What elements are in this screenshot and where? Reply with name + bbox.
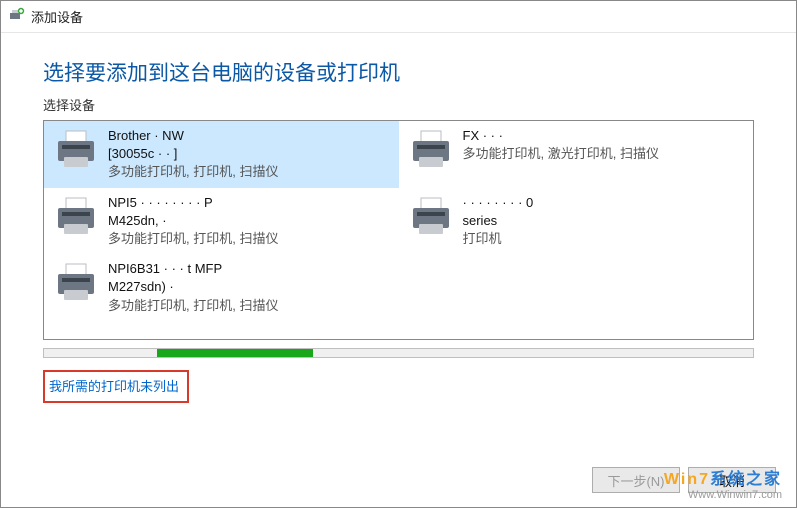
device-text: · · · · · · · · 0 series 打印机 bbox=[463, 194, 746, 249]
device-text: FX · · · 多功能打印机, 激光打印机, 扫描仪 bbox=[463, 127, 746, 163]
content-area: 选择要添加到这台电脑的设备或打印机 选择设备 Brother · NW [300… bbox=[1, 33, 796, 403]
printer-icon bbox=[52, 194, 100, 242]
device-sub: series bbox=[463, 212, 746, 230]
device-add-icon bbox=[9, 7, 25, 26]
device-name: Brother · NW bbox=[108, 127, 391, 145]
device-desc: 打印机 bbox=[463, 230, 746, 248]
titlebar: 添加设备 bbox=[1, 1, 796, 33]
printer-icon bbox=[407, 127, 455, 175]
add-device-window: 添加设备 选择要添加到这台电脑的设备或打印机 选择设备 Brother · NW… bbox=[0, 0, 797, 508]
device-name: FX · · · bbox=[463, 127, 746, 145]
device-item[interactable]: FX · · · 多功能打印机, 激光打印机, 扫描仪 bbox=[399, 121, 754, 188]
device-desc: 多功能打印机, 激光打印机, 扫描仪 bbox=[463, 145, 746, 163]
page-title: 选择要添加到这台电脑的设备或打印机 bbox=[43, 57, 754, 87]
device-text: NPI6B31 · · · t MFP M227sdn) · 多功能打印机, 打… bbox=[108, 260, 391, 315]
device-item[interactable]: NPI6B31 · · · t MFP M227sdn) · 多功能打印机, 打… bbox=[44, 254, 399, 321]
printer-icon bbox=[407, 194, 455, 242]
device-name: NPI5 · · · · · · · · P bbox=[108, 194, 391, 212]
device-desc: 多功能打印机, 打印机, 扫描仪 bbox=[108, 297, 391, 315]
printer-icon bbox=[52, 260, 100, 308]
device-item[interactable]: · · · · · · · · 0 series 打印机 bbox=[399, 188, 754, 255]
device-item[interactable]: NPI5 · · · · · · · · P M425dn, · 多功能打印机,… bbox=[44, 188, 399, 255]
device-item[interactable]: Brother · NW [30055c · · ] 多功能打印机, 打印机, … bbox=[44, 121, 399, 188]
highlight-box: 我所需的打印机未列出 bbox=[43, 370, 189, 403]
device-desc: 多功能打印机, 打印机, 扫描仪 bbox=[108, 230, 391, 248]
device-sub: M227sdn) · bbox=[108, 278, 391, 296]
device-text: Brother · NW [30055c · · ] 多功能打印机, 打印机, … bbox=[108, 127, 391, 182]
device-sub: [30055c · · ] bbox=[108, 145, 391, 163]
device-name: NPI6B31 · · · t MFP bbox=[108, 260, 391, 278]
device-sub: M425dn, · bbox=[108, 212, 391, 230]
footer-buttons: 下一步(N) 取消 bbox=[592, 467, 776, 493]
cancel-button[interactable]: 取消 bbox=[688, 467, 776, 493]
section-label: 选择设备 bbox=[43, 95, 754, 114]
device-text: NPI5 · · · · · · · · P M425dn, · 多功能打印机,… bbox=[108, 194, 391, 249]
device-name: · · · · · · · · 0 bbox=[463, 194, 746, 212]
scanning-progress bbox=[43, 348, 754, 358]
printer-icon bbox=[52, 127, 100, 175]
window-title: 添加设备 bbox=[31, 7, 83, 26]
device-desc: 多功能打印机, 打印机, 扫描仪 bbox=[108, 163, 391, 181]
progress-fill bbox=[157, 349, 313, 357]
next-button[interactable]: 下一步(N) bbox=[592, 467, 680, 493]
printer-not-listed-link[interactable]: 我所需的打印机未列出 bbox=[49, 379, 179, 394]
device-list[interactable]: Brother · NW [30055c · · ] 多功能打印机, 打印机, … bbox=[43, 120, 754, 340]
